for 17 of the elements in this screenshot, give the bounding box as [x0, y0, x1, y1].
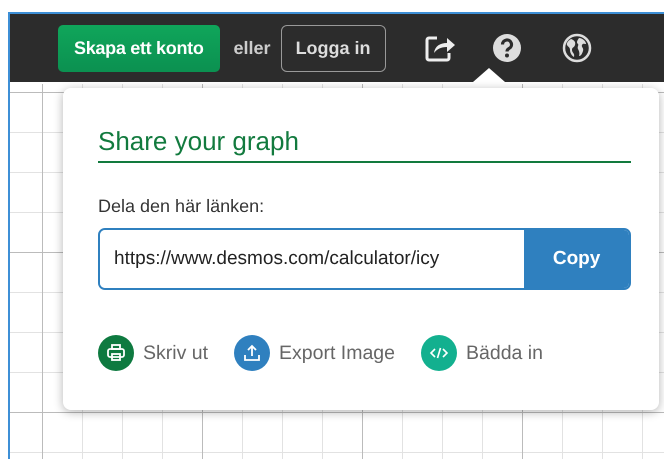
action-label[interactable]: Bädda in — [466, 338, 543, 368]
help-icon[interactable] — [492, 33, 522, 63]
link-label: Dela den här länken: — [98, 195, 266, 218]
globe-icon[interactable] — [562, 33, 592, 63]
action-label[interactable]: Export Image — [279, 338, 395, 368]
printer-icon — [106, 343, 126, 364]
action-label[interactable]: Skriv ut — [143, 338, 208, 368]
copy-button[interactable]: Copy — [524, 230, 629, 288]
or-text: eller — [234, 36, 271, 60]
upload-icon — [242, 343, 262, 364]
action-circle[interactable] — [234, 335, 270, 372]
share-link-field[interactable]: https://www.desmos.com/calculator/icy Copy — [98, 228, 631, 290]
popup-title: Share your graph — [98, 126, 631, 164]
login-button[interactable]: Logga in — [280, 24, 386, 72]
create-account-button[interactable]: Skapa ett konto — [58, 24, 220, 72]
action-circle[interactable] — [421, 335, 457, 372]
action-circle[interactable] — [98, 335, 134, 372]
